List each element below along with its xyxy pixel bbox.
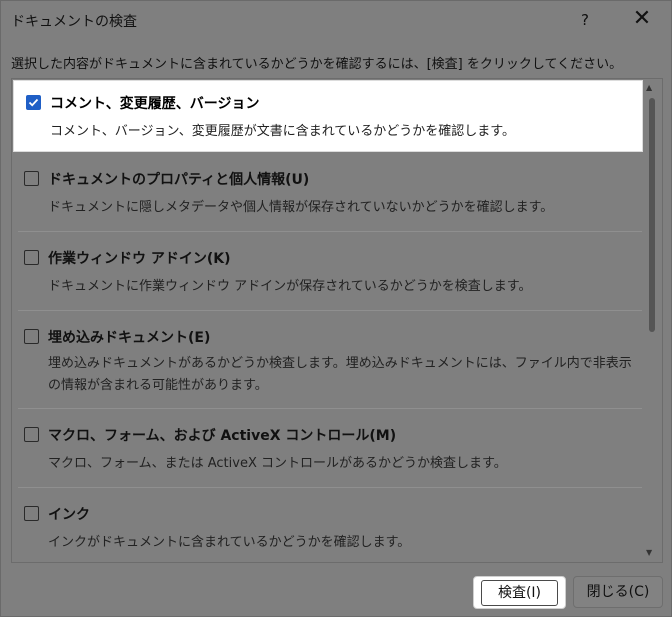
title-bar: ドキュメントの検査 ? ✕ bbox=[1, 1, 671, 39]
divider bbox=[18, 310, 642, 311]
item-title: 作業ウィンドウ アドイン(K) bbox=[48, 251, 231, 267]
checkbox-ink[interactable] bbox=[24, 506, 39, 521]
list-item[interactable]: 作業ウィンドウ アドイン(K) ドキュメントに作業ウィンドウ アドインが保存され… bbox=[12, 236, 644, 310]
scroll-down-arrow-icon[interactable]: ▼ bbox=[646, 548, 652, 557]
list-item[interactable]: 埋め込みドキュメント(E) 埋め込みドキュメントがあるかどうか検査します。埋め込… bbox=[12, 315, 644, 407]
list-item[interactable]: コメント、変更履歴、バージョン コメント、バージョン、変更履歴が文書に含まれてい… bbox=[13, 80, 643, 152]
document-inspector-dialog: ドキュメントの検査 ? ✕ 選択した内容がドキュメントに含まれているかどうかを確… bbox=[0, 0, 672, 617]
checkbox-properties[interactable] bbox=[24, 171, 39, 186]
checkbox-macros[interactable] bbox=[24, 427, 39, 442]
instruction-text: 選択した内容がドキュメントに含まれているかどうかを確認するには、[検査] をクリ… bbox=[11, 57, 623, 72]
list-item[interactable]: ドキュメントのプロパティと個人情報(U) ドキュメントに隠しメタデータや個人情報… bbox=[12, 157, 644, 231]
scrollbar-thumb[interactable] bbox=[649, 98, 655, 332]
inspect-button[interactable]: 検査(I) bbox=[473, 576, 566, 609]
divider bbox=[18, 408, 642, 409]
checkbox-taskpane-addins[interactable] bbox=[24, 250, 39, 265]
item-title: 埋め込みドキュメント(E) bbox=[48, 330, 211, 346]
item-description: コメント、バージョン、変更履歴が文書に含まれているかどうかを確認します。 bbox=[50, 124, 516, 139]
dialog-title: ドキュメントの検査 bbox=[11, 14, 137, 30]
item-description: インクがドキュメントに含まれているかどうかを確認します。 bbox=[48, 535, 411, 550]
item-description: ドキュメントに作業ウィンドウ アドインが保存されているかどうかを検査します。 bbox=[48, 279, 532, 294]
item-title: インク bbox=[48, 507, 90, 523]
checkbox-comments[interactable] bbox=[26, 95, 41, 110]
divider bbox=[18, 487, 642, 488]
divider bbox=[18, 231, 642, 232]
item-description: ドキュメントに隠しメタデータや個人情報が保存されていないかどうかを確認します。 bbox=[48, 200, 554, 215]
help-button[interactable]: ? bbox=[573, 7, 597, 33]
item-title: マクロ、フォーム、および ActiveX コントロール(M) bbox=[48, 428, 397, 444]
inspect-button-label: 検査(I) bbox=[480, 580, 559, 606]
close-button[interactable]: 閉じる(C) bbox=[573, 576, 663, 608]
list-item[interactable]: インク インクがドキュメントに含まれているかどうかを確認します。 bbox=[12, 492, 644, 562]
list-item[interactable]: マクロ、フォーム、および ActiveX コントロール(M) マクロ、フォーム、… bbox=[12, 413, 644, 487]
item-description: 埋め込みドキュメントがあるかどうか検査します。埋め込みドキュメントには、ファイル… bbox=[48, 356, 632, 393]
item-title: ドキュメントのプロパティと個人情報(U) bbox=[48, 172, 310, 188]
item-description: マクロ、フォーム、または ActiveX コントロールがあるかどうか検査します。 bbox=[48, 456, 507, 471]
checkbox-embedded-documents[interactable] bbox=[24, 329, 39, 344]
inspection-list: コメント、変更履歴、バージョン コメント、バージョン、変更履歴が文書に含まれてい… bbox=[11, 78, 663, 563]
scroll-up-arrow-icon[interactable]: ▲ bbox=[646, 83, 652, 92]
item-title: コメント、変更履歴、バージョン bbox=[50, 96, 260, 112]
close-icon[interactable]: ✕ bbox=[629, 7, 655, 33]
